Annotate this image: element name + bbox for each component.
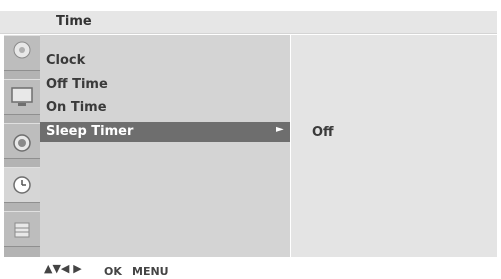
clock-icon	[4, 176, 40, 206]
right-arrow-icon: ►	[276, 124, 284, 135]
page-title: Time	[56, 14, 92, 29]
menu-item-label: Sleep Timer	[46, 124, 134, 139]
sidebar-item-sound[interactable]	[4, 123, 40, 159]
menu-item-label: On Time	[46, 100, 107, 115]
picture-disc-icon	[4, 41, 40, 74]
menu-item-on-time[interactable]: On Time	[46, 100, 107, 115]
value-panel: Off	[291, 35, 497, 257]
title-bar: Time	[0, 11, 497, 34]
option-icon	[4, 222, 40, 250]
nav-arrows-icon: ▲▼◀ ▶	[44, 262, 82, 275]
sidebar-item-picture[interactable]	[4, 35, 40, 71]
menu-item-clock[interactable]: Clock	[46, 53, 85, 68]
menu-item-label: Off Time	[46, 77, 108, 92]
footer-hint-bar: ▲▼◀ ▶ OK MENU	[0, 258, 501, 279]
screen-icon	[4, 87, 40, 118]
menu-panel: Clock Off Time On Time Sleep Timer ►	[40, 35, 290, 257]
speaker-icon	[4, 134, 40, 162]
ok-hint: OK	[104, 265, 122, 278]
menu-item-label: Clock	[46, 53, 86, 68]
sidebar-item-screen[interactable]	[4, 79, 40, 115]
menu-item-sleep-timer[interactable]: Sleep Timer ►	[40, 122, 290, 142]
sidebar-item-time[interactable]	[4, 167, 40, 203]
menu-item-off-time[interactable]: Off Time	[46, 77, 108, 92]
category-icon-column	[4, 35, 40, 257]
menu-hint: MENU	[132, 265, 169, 278]
sidebar-item-option[interactable]	[4, 211, 40, 247]
sleep-timer-value[interactable]: Off	[312, 125, 334, 140]
